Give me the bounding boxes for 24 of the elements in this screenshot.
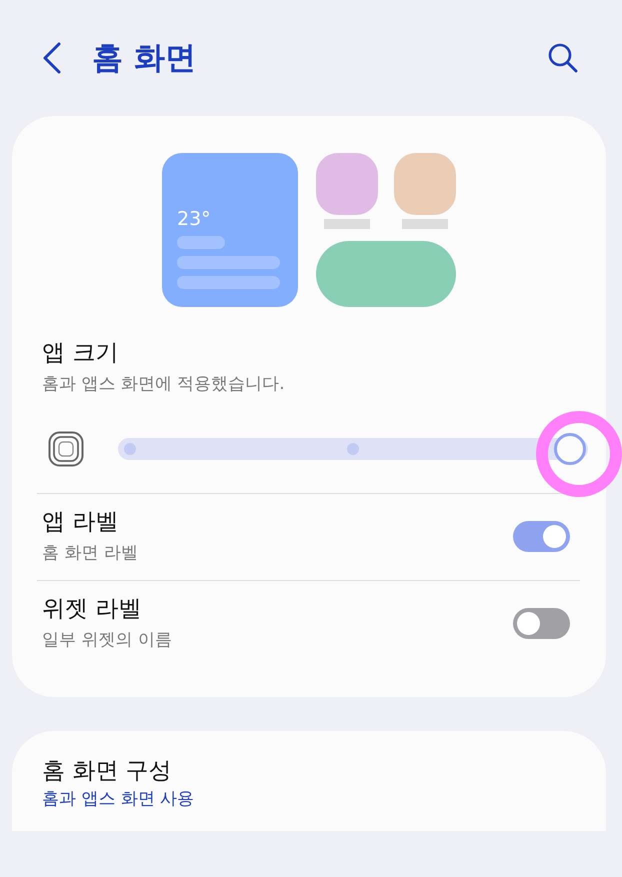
setting-subtitle: 홈과 앱스 화면에 적용했습니다. [42,373,286,396]
setting-subtitle: 홈 화면 라벨 [42,542,138,565]
label-placeholder [402,219,448,229]
slider-thumb[interactable] [554,433,586,465]
setting-title: 홈 화면 구성 [42,757,173,786]
app-size-icon [48,431,84,467]
text-placeholder [177,236,225,249]
app-icon-preview [394,153,456,215]
app-size-slider[interactable] [118,433,588,465]
toggle-switch[interactable] [513,520,570,552]
slider-stop-dot [124,443,136,455]
slider-stop-dot [347,443,359,455]
page-title: 홈 화면 [92,39,196,78]
setting-title: 앱 크기 [42,339,120,368]
app-icon-preview [316,153,378,215]
search-icon[interactable] [548,43,578,73]
back-icon[interactable] [42,42,62,74]
setting-title: 앱 라벨 [42,508,120,537]
setting-title: 위젯 라벨 [42,595,142,624]
setting-subtitle: 일부 위젯의 이름 [42,629,172,652]
setting-value[interactable]: 홈과 앱스 화면 사용 [42,787,576,811]
toggle-switch[interactable] [513,608,570,638]
label-placeholder [324,219,370,229]
temperature-text: 23° [177,209,212,229]
